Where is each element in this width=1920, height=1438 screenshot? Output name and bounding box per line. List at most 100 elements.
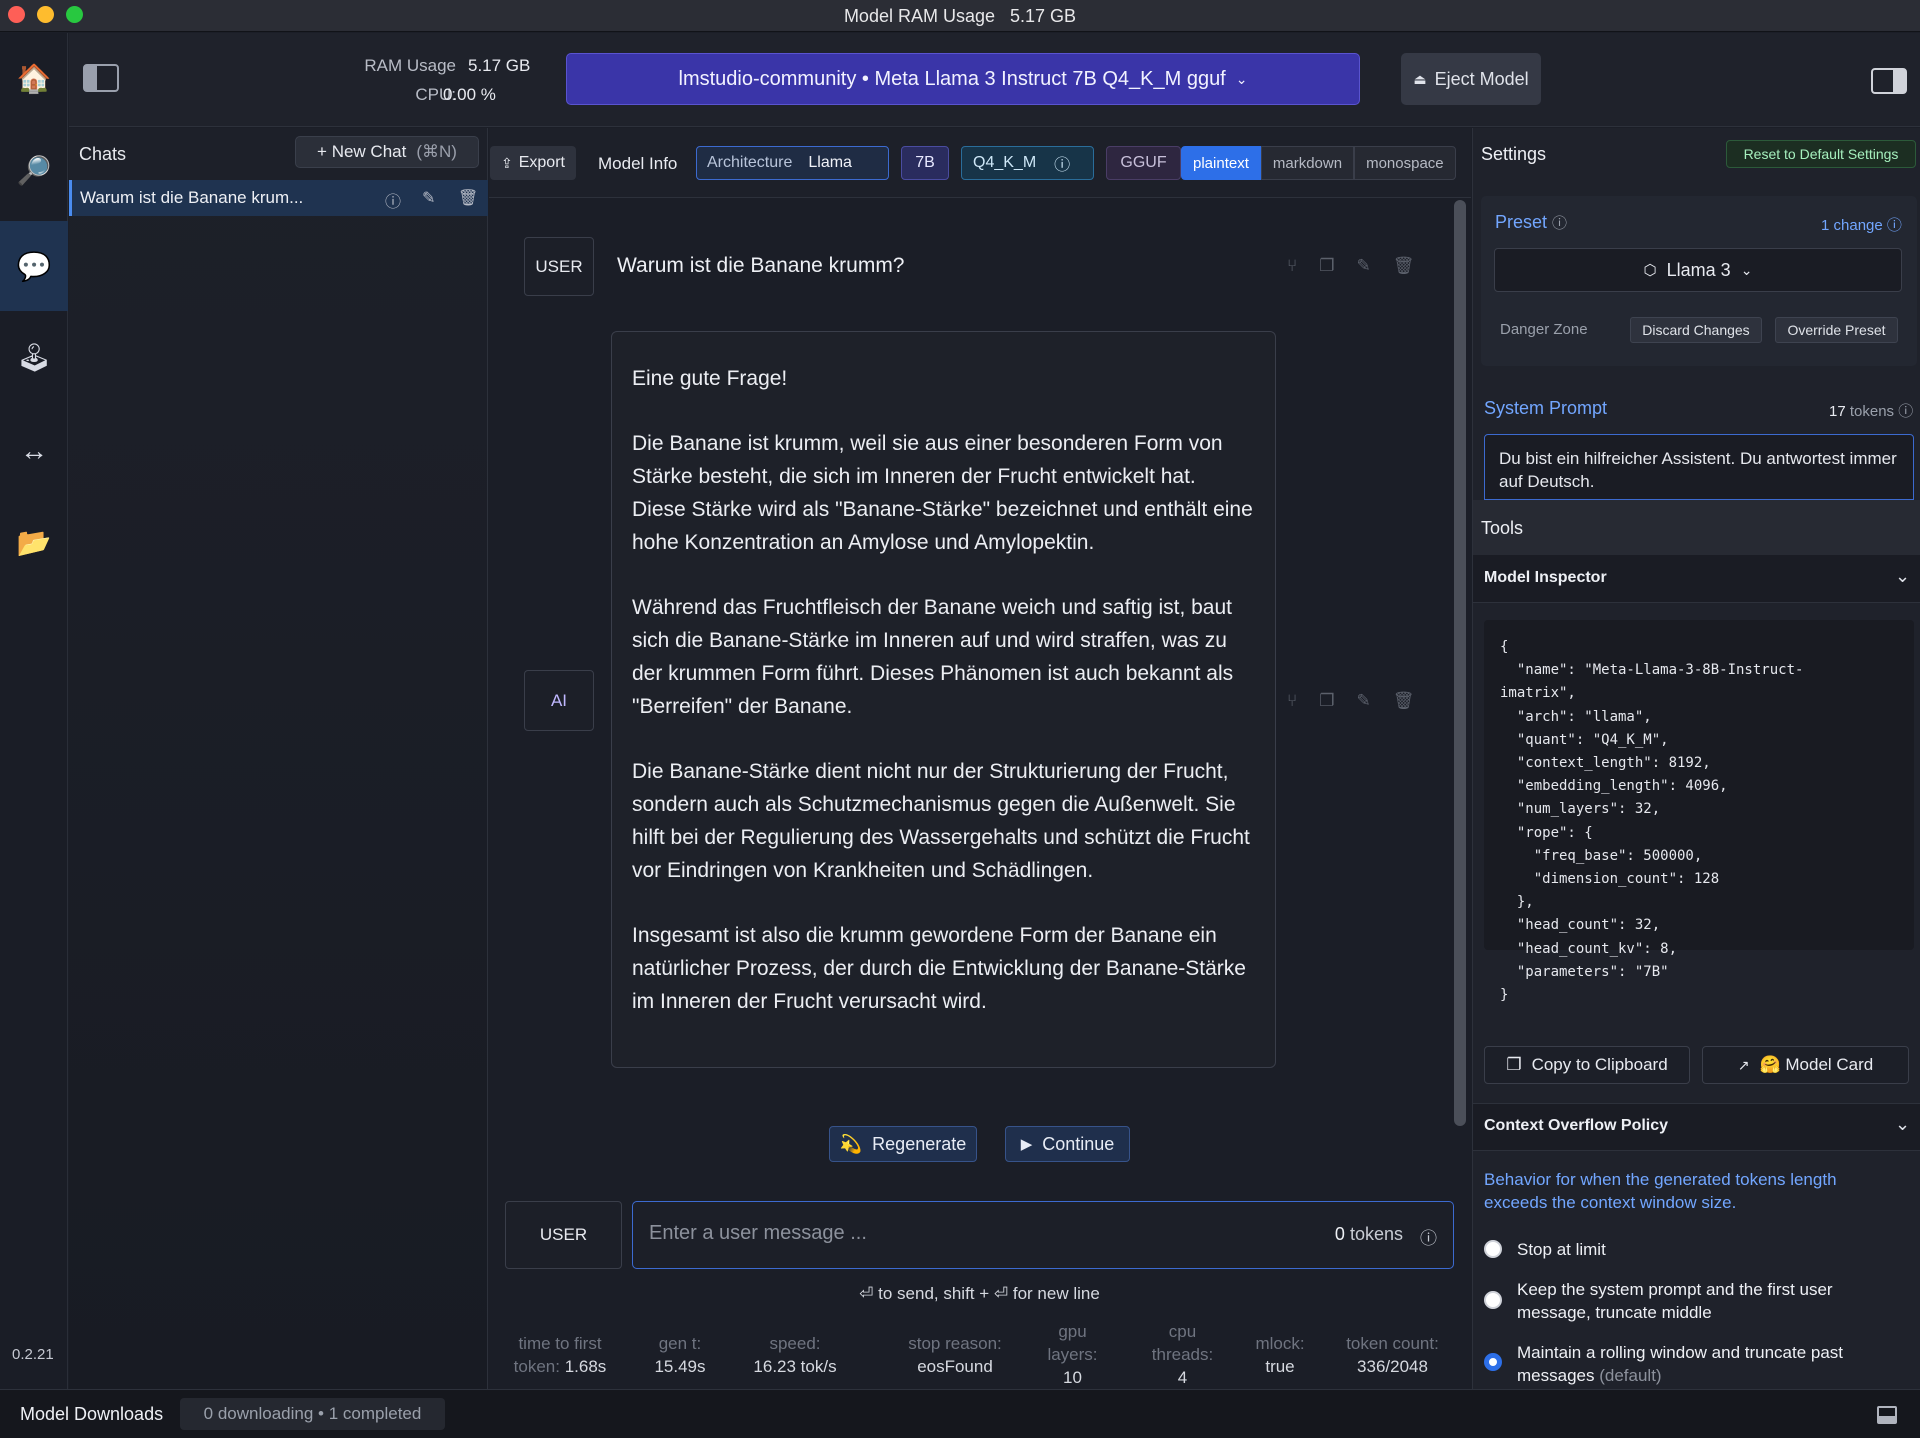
- architecture-label: Architecture: [707, 154, 793, 171]
- joystick-icon: 🕹: [16, 341, 52, 373]
- format-badge: GGUF: [1106, 146, 1181, 180]
- model-inspector-label: Model Inspector: [1484, 569, 1607, 586]
- eject-label: Eject Model: [1434, 68, 1529, 89]
- copy-label: Copy to Clipboard: [1531, 1055, 1668, 1074]
- stat-token-count: token count: 336/2048: [1335, 1332, 1450, 1378]
- overflow-option-label[interactable]: Keep the system prompt and the first use…: [1517, 1278, 1907, 1324]
- app-version: 0.2.21: [12, 1346, 54, 1363]
- eject-icon: ⏏: [1413, 70, 1427, 87]
- stat-cpu-threads: cpu threads: 4: [1145, 1320, 1220, 1389]
- model-downloads-button[interactable]: Model Downloads: [20, 1404, 163, 1425]
- downloads-status[interactable]: 0 downloading • 1 completed: [180, 1398, 445, 1430]
- stat-label: mlock:: [1255, 1334, 1305, 1353]
- danger-zone-label: Danger Zone: [1500, 321, 1588, 338]
- model-card-button[interactable]: ↗ 🤗 Model Card: [1702, 1046, 1909, 1084]
- info-icon[interactable]: ⓘ: [1887, 217, 1902, 234]
- stat-stop-reason: stop reason: eosFound: [890, 1332, 1020, 1378]
- stat-label: stop reason:: [908, 1334, 1002, 1353]
- window-title: Model RAM Usage 5.17 GB: [843, 6, 1077, 26]
- overflow-option-rolling-window-radio[interactable]: [1484, 1353, 1502, 1371]
- nav-chat[interactable]: 💬: [0, 221, 68, 311]
- nav-search[interactable]: 🔎: [0, 125, 68, 215]
- nav-playground[interactable]: 🕹: [0, 312, 68, 402]
- title-bar: Model RAM Usage 5.17 GB: [0, 0, 1920, 32]
- preset-changes-text: 1 change: [1821, 217, 1883, 234]
- copy-to-clipboard-button[interactable]: ❐ Copy to Clipboard: [1484, 1046, 1690, 1084]
- stat-label: token count:: [1346, 1334, 1439, 1353]
- trash-icon[interactable]: 🗑: [1393, 691, 1415, 711]
- chats-panel: Chats + New Chat (⌘N) Warum ist die Bana…: [69, 128, 488, 1389]
- preset-changes: 1 change ⓘ: [1821, 214, 1902, 235]
- message-input-box[interactable]: 0 tokens ⓘ: [632, 1201, 1454, 1269]
- overflow-option-stop-radio[interactable]: [1484, 1240, 1502, 1258]
- ai-role-badge[interactable]: AI: [524, 670, 594, 731]
- overflow-option-default: (default): [1599, 1366, 1662, 1385]
- edit-icon[interactable]: ✎: [1356, 256, 1370, 276]
- input-role-badge[interactable]: USER: [505, 1201, 622, 1269]
- mode-markdown[interactable]: markdown: [1260, 146, 1355, 180]
- bottom-panel-toggle-icon[interactable]: [1877, 1406, 1897, 1424]
- stat-label: token:: [513, 1357, 560, 1376]
- eject-model-button[interactable]: ⏏ Eject Model: [1401, 53, 1541, 105]
- preset-select[interactable]: ⬡ Llama 3 ⌄: [1494, 248, 1902, 292]
- cpu-label: CPU:: [415, 85, 456, 104]
- copy-icon[interactable]: ❐: [1319, 256, 1334, 276]
- new-chat-button[interactable]: + New Chat (⌘N): [295, 136, 479, 168]
- message-input[interactable]: [649, 1222, 1249, 1245]
- chat-scrollbar[interactable]: [1454, 200, 1466, 1126]
- user-message-actions: ⑂ ❐ ✎ 🗑: [1287, 256, 1414, 276]
- export-button[interactable]: ⇪ Export: [490, 146, 576, 180]
- reset-settings-button[interactable]: Reset to Default Settings: [1726, 140, 1916, 168]
- info-icon[interactable]: ⓘ: [1552, 215, 1567, 232]
- edit-icon[interactable]: ✎: [422, 188, 435, 208]
- chat-list-item[interactable]: Warum ist die Banane krum... ⓘ ✎ 🗑: [69, 180, 488, 216]
- trash-icon[interactable]: 🗑: [1393, 256, 1415, 276]
- quant-label: Q4_K_M: [973, 154, 1037, 171]
- send-hint: ⏎ to send, shift + ⏎ for new line: [859, 1284, 1100, 1303]
- discard-changes-button[interactable]: Discard Changes: [1630, 317, 1762, 343]
- model-selector[interactable]: lmstudio-community • Meta Llama 3 Instru…: [566, 53, 1360, 105]
- nav-server[interactable]: ↔: [0, 406, 68, 496]
- overflow-option-truncate-middle-radio[interactable]: [1484, 1291, 1502, 1309]
- info-icon[interactable]: ⓘ: [1898, 403, 1913, 420]
- stat-label: time to first: [518, 1334, 602, 1353]
- generation-stats: time to first token: 1.68s gen t: 15.49s…: [505, 1320, 1454, 1390]
- home-icon: 🏠: [16, 62, 52, 94]
- chevron-down-icon[interactable]: ⌄: [1895, 1114, 1910, 1135]
- nav-home[interactable]: 🏠: [0, 33, 68, 123]
- branch-icon[interactable]: ⑂: [1287, 256, 1297, 276]
- ai-paragraph: Insgesamt ist also die krumm gewordene F…: [632, 924, 1246, 1013]
- model-info-label: Model Info: [598, 154, 678, 173]
- trash-icon[interactable]: 🗑: [458, 188, 478, 208]
- info-icon[interactable]: ⓘ: [1420, 1224, 1437, 1249]
- nav-models[interactable]: 📂: [0, 497, 68, 587]
- stat-gen-time: gen t: 15.49s: [640, 1332, 720, 1378]
- overflow-option-label[interactable]: Stop at limit: [1517, 1238, 1907, 1261]
- user-role-badge[interactable]: USER: [524, 237, 594, 296]
- edit-icon[interactable]: ✎: [1356, 691, 1370, 711]
- stat-value: 4: [1177, 1368, 1188, 1387]
- stat-label: gpu: [1058, 1322, 1087, 1341]
- overflow-option-label[interactable]: Maintain a rolling window and truncate p…: [1517, 1341, 1907, 1387]
- continue-button[interactable]: ▶ Continue: [1005, 1126, 1130, 1162]
- stat-value: true: [1265, 1357, 1295, 1376]
- system-prompt-input[interactable]: Du bist ein hilfreicher Assistent. Du an…: [1484, 434, 1914, 500]
- branch-icon[interactable]: ⑂: [1287, 691, 1297, 711]
- quant-badge[interactable]: Q4_K_M ⓘ: [961, 146, 1094, 180]
- info-icon[interactable]: ⓘ: [1054, 151, 1070, 175]
- right-panel-toggle-icon[interactable]: [1871, 68, 1907, 94]
- regenerate-button[interactable]: 💫 Regenerate: [829, 1126, 977, 1162]
- mode-plaintext[interactable]: plaintext: [1181, 146, 1261, 180]
- size-badge: 7B: [901, 146, 949, 180]
- chat-item-label: Warum ist die Banane krum...: [80, 188, 304, 207]
- external-link-icon: ↗: [1737, 1056, 1750, 1073]
- mode-monospace[interactable]: monospace: [1354, 146, 1456, 180]
- ai-paragraph: Die Banane-Stärke dient nicht nur der St…: [632, 760, 1250, 882]
- bottom-bar: Model Downloads 0 downloading • 1 comple…: [0, 1389, 1920, 1438]
- sidebar-toggle-icon[interactable]: [83, 64, 119, 92]
- chats-title: Chats: [79, 144, 127, 164]
- chevron-down-icon[interactable]: ⌄: [1895, 566, 1910, 587]
- info-icon[interactable]: ⓘ: [385, 188, 401, 212]
- override-preset-button[interactable]: Override Preset: [1775, 317, 1898, 343]
- copy-icon[interactable]: ❐: [1319, 691, 1334, 711]
